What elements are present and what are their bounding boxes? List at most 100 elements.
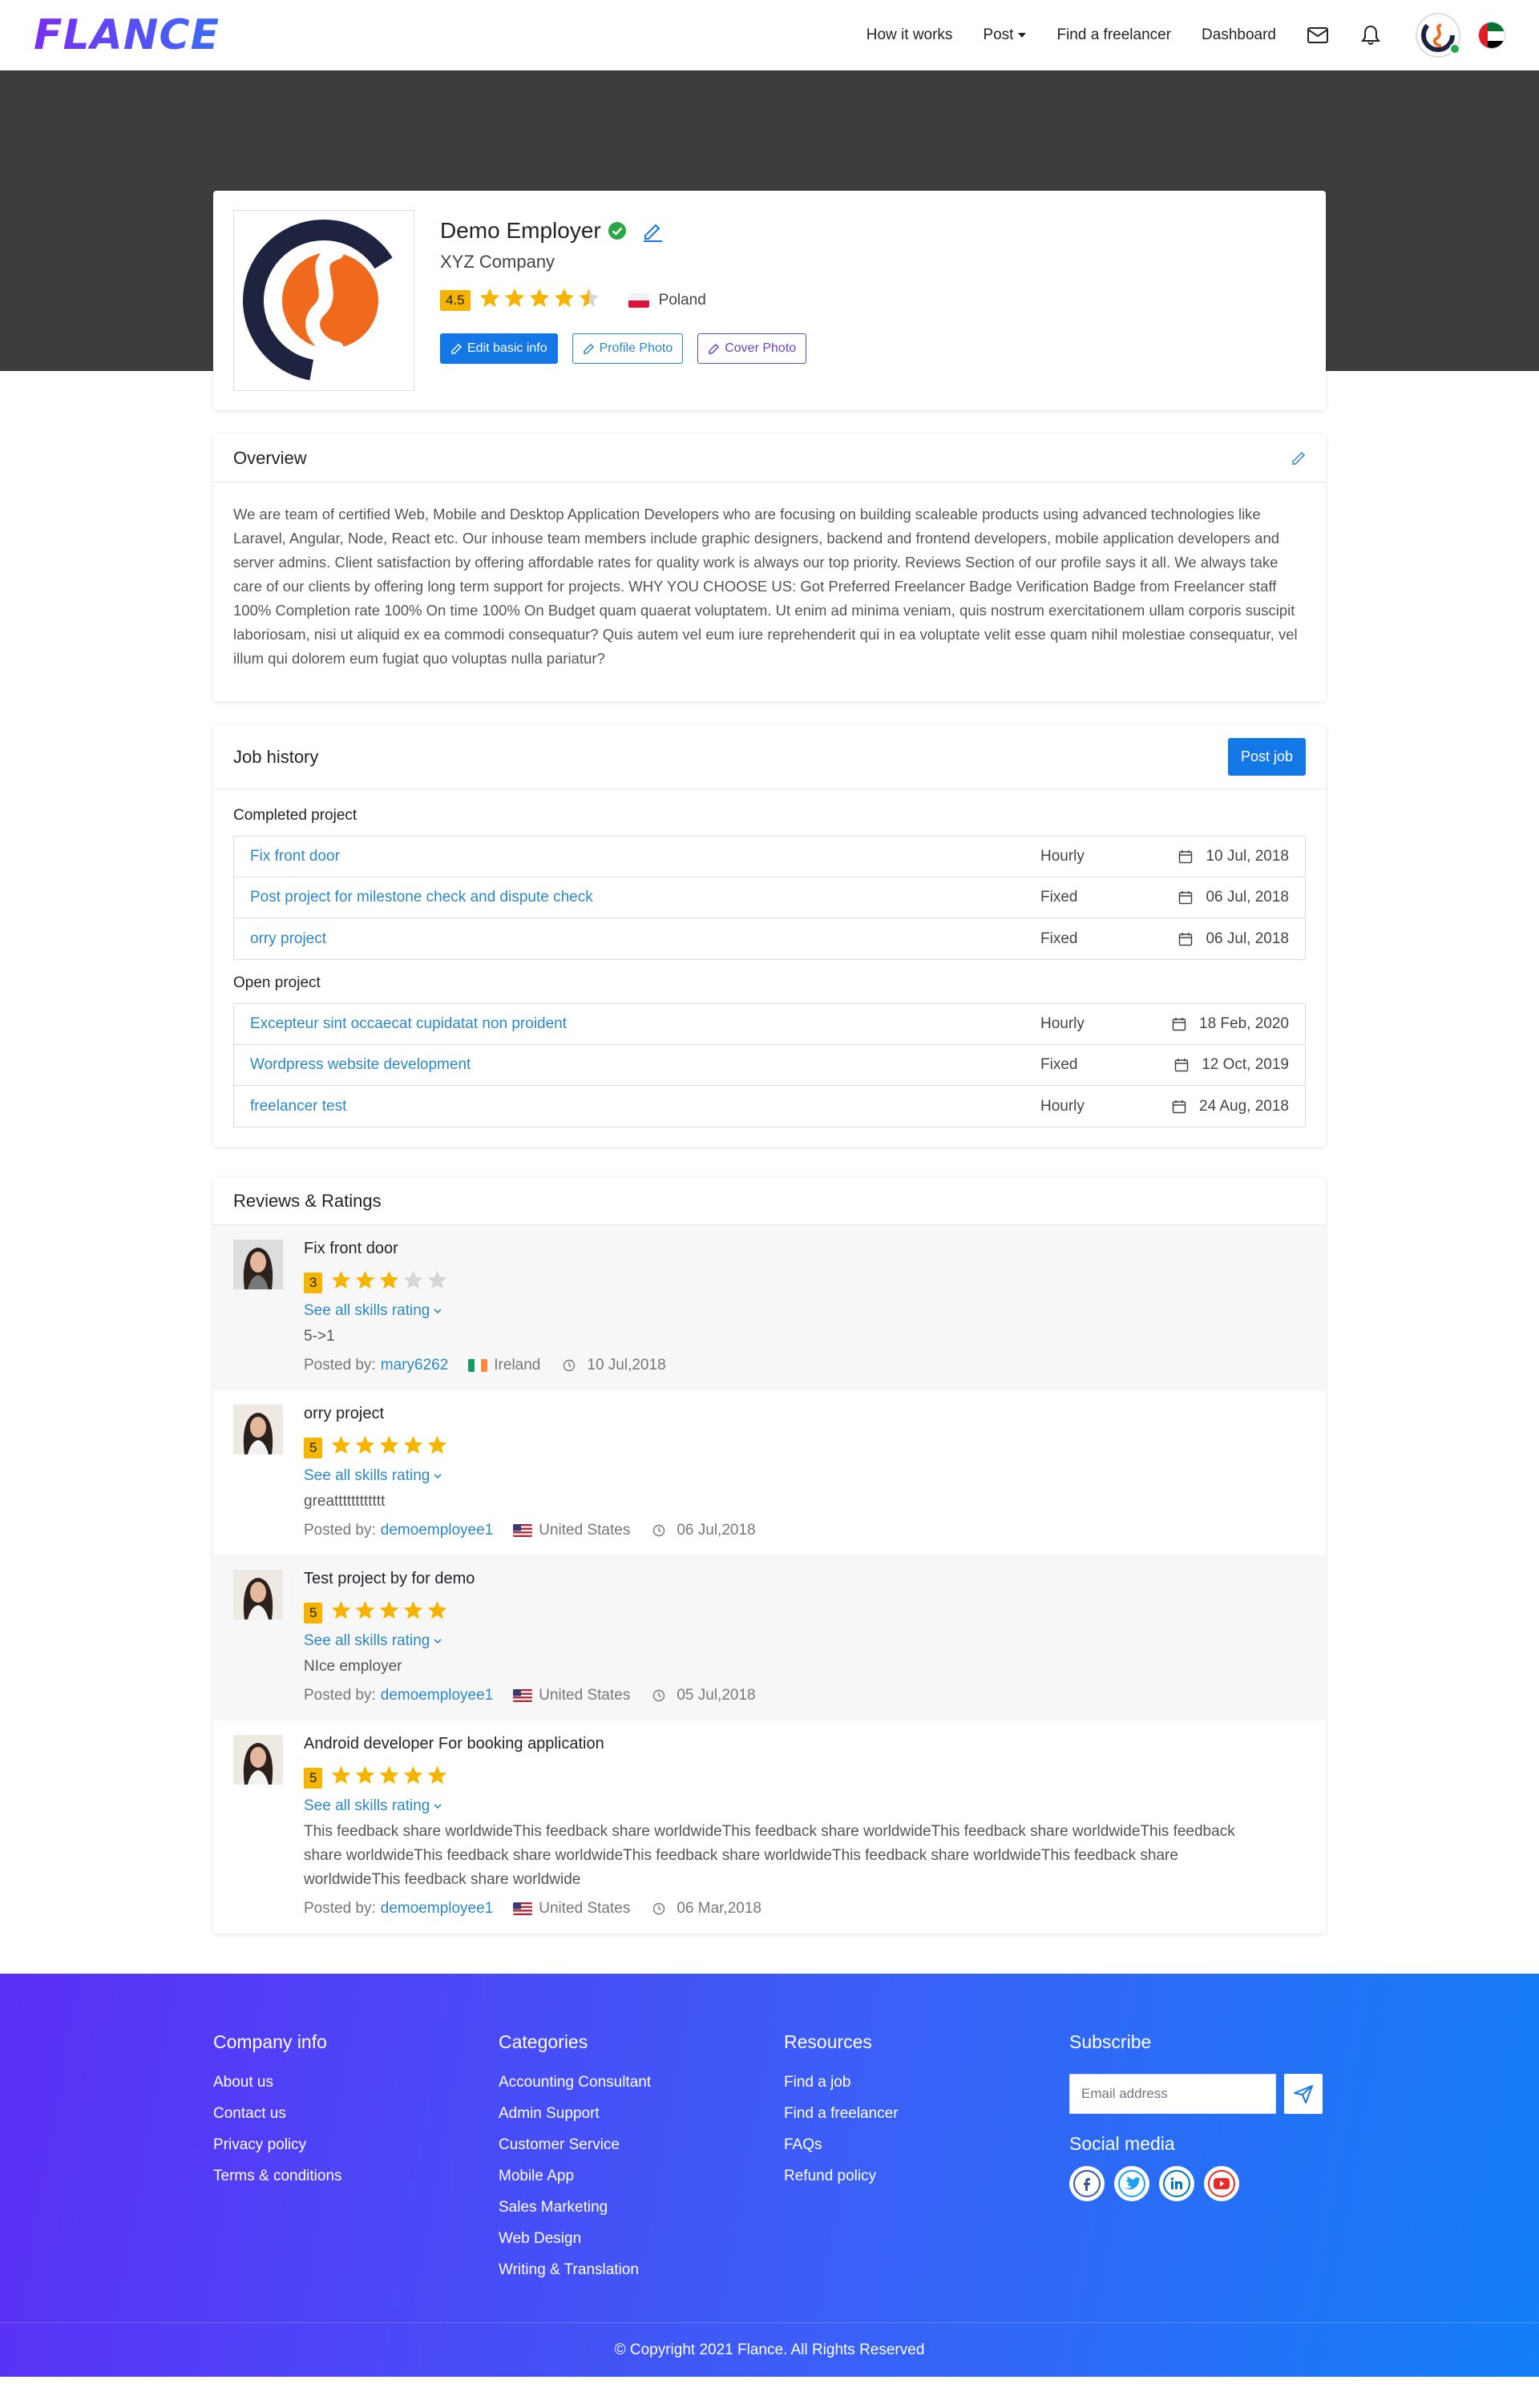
- footer-link[interactable]: Terms & conditions: [213, 2168, 499, 2185]
- review-project-title: Android developer For booking applicatio…: [304, 1735, 604, 1753]
- job-date: 12 Oct, 2019: [1169, 1056, 1289, 1074]
- cover-photo-button[interactable]: Cover Photo: [697, 333, 807, 364]
- review-rating: 5: [304, 1765, 1266, 1791]
- footer-link[interactable]: Find a job: [784, 2074, 1069, 2091]
- footer-link[interactable]: Find a freelancer: [784, 2105, 1069, 2123]
- review-project-title: orry project: [304, 1405, 385, 1422]
- calendar-icon: [1178, 849, 1199, 864]
- star-icon: [330, 1765, 352, 1791]
- see-all-skills-rating-link[interactable]: See all skills rating: [304, 1302, 666, 1320]
- see-all-skills-rating-link[interactable]: See all skills rating: [304, 1797, 1266, 1815]
- profile-photo-button[interactable]: Profile Photo: [572, 333, 684, 364]
- star-icon: [402, 1434, 424, 1461]
- reviewer-username-link[interactable]: demoemployee1: [381, 1900, 493, 1918]
- verified-check-icon: [608, 221, 627, 240]
- linkedin-icon[interactable]: [1159, 2166, 1194, 2201]
- review-body: Test project by for demo 5 See all skills …: [304, 1570, 756, 1704]
- star-icon: [578, 287, 600, 314]
- completed-project-table: Fix front door Hourly 10 Jul, 2018 Post pro…: [233, 836, 1306, 960]
- star-icon: [378, 1269, 400, 1296]
- job-title-link[interactable]: Fix front door: [250, 848, 1040, 865]
- post-job-button[interactable]: Post job: [1227, 738, 1306, 776]
- star-icon: [378, 1765, 400, 1791]
- mail-icon[interactable]: [1307, 24, 1329, 46]
- reviews-title: Reviews & Ratings: [233, 1190, 382, 1211]
- job-date: 06 Jul, 2018: [1169, 889, 1289, 906]
- review-text: 5->1: [304, 1328, 335, 1345]
- job-title-link[interactable]: freelancer test: [250, 1098, 1040, 1115]
- review-body: orry project 5 See all skills rating greatt…: [304, 1405, 756, 1539]
- profile-photo-label: Profile Photo: [599, 341, 673, 355]
- youtube-icon[interactable]: [1204, 2166, 1239, 2201]
- nav-how-it-works[interactable]: How it works: [866, 26, 953, 44]
- footer-link[interactable]: Accounting Consultant: [499, 2074, 784, 2091]
- calendar-icon: [1178, 890, 1199, 905]
- job-row: freelancer test Hourly 24 Aug, 2018: [234, 1086, 1305, 1127]
- footer-link[interactable]: Sales Marketing: [499, 2199, 784, 2216]
- flance-logo[interactable]: FLANCE: [34, 11, 220, 59]
- footer-link[interactable]: Privacy policy: [213, 2136, 499, 2154]
- subscribe-send-button[interactable]: [1284, 2074, 1323, 2114]
- job-date: 06 Jul, 2018: [1169, 930, 1289, 948]
- footer-link[interactable]: Writing & Translation: [499, 2261, 784, 2279]
- nav-find-freelancer[interactable]: Find a freelancer: [1056, 26, 1171, 44]
- calendar-icon: [1178, 932, 1199, 946]
- footer-company-title: Company info: [213, 2031, 327, 2052]
- footer-link[interactable]: Admin Support: [499, 2105, 784, 2123]
- star-icon: [330, 1269, 352, 1296]
- caret-down-icon: [1018, 32, 1027, 38]
- footer-resources-title: Resources: [784, 2031, 872, 2052]
- reviewer-username-link[interactable]: demoemployee1: [381, 1522, 493, 1539]
- edit-basic-info-button[interactable]: Edit basic info: [440, 333, 558, 364]
- footer-link[interactable]: Customer Service: [499, 2136, 784, 2154]
- reviewer-username-link[interactable]: mary6262: [381, 1357, 449, 1374]
- footer-link[interactable]: FAQs: [784, 2136, 1069, 2154]
- review-rating: 5: [304, 1599, 756, 1626]
- uae-flag-icon[interactable]: [1478, 21, 1505, 49]
- see-all-skills-rating-link[interactable]: See all skills rating: [304, 1632, 756, 1650]
- job-title-link[interactable]: Excepteur sint occaecat cupidatat non pr…: [250, 1015, 1040, 1033]
- footer-link[interactable]: Refund policy: [784, 2168, 1069, 2185]
- profile-info: Demo Employer XYZ Company 4.5 Poland Edi…: [440, 210, 821, 391]
- footer-link[interactable]: About us: [213, 2074, 499, 2091]
- footer-link[interactable]: Mobile App: [499, 2168, 784, 2185]
- nav-post-dropdown[interactable]: Post: [983, 26, 1027, 44]
- profile-name: Demo Employer: [440, 218, 601, 243]
- review-date: 10 Jul,2018: [563, 1357, 666, 1374]
- job-row: Post project for milestone check and dis…: [234, 877, 1305, 918]
- star-icon: [402, 1269, 424, 1296]
- reviewer-username-link[interactable]: demoemployee1: [381, 1687, 493, 1704]
- facebook-icon[interactable]: [1069, 2166, 1105, 2201]
- edit-name-pencil-icon[interactable]: [641, 220, 664, 242]
- job-type: Fixed: [1040, 930, 1078, 947]
- edit-overview-pencil-icon[interactable]: [1291, 451, 1306, 466]
- email-input[interactable]: [1069, 2074, 1276, 2114]
- footer-subscribe-col: Subscribe Social media: [1069, 2031, 1326, 2293]
- nav-dashboard[interactable]: Dashboard: [1202, 26, 1276, 44]
- reviewer-avatar: [233, 1240, 283, 1289]
- star-icon: [503, 287, 526, 314]
- nav-post-label: Post: [983, 26, 1014, 43]
- job-title-link[interactable]: Wordpress website development: [250, 1056, 1040, 1074]
- footer-link[interactable]: Web Design: [499, 2230, 784, 2248]
- main-nav: How it works Post Find a freelancer Dash…: [836, 12, 1505, 58]
- calendar-icon: [1172, 1099, 1193, 1114]
- review-stars: [330, 1599, 450, 1626]
- subscribe-form: [1069, 2074, 1326, 2114]
- see-all-skills-rating-link[interactable]: See all skills rating: [304, 1467, 756, 1485]
- bell-icon[interactable]: [1359, 24, 1382, 46]
- ireland-flag-icon: [468, 1359, 488, 1372]
- twitter-icon[interactable]: [1114, 2166, 1149, 2201]
- footer: Company info About us Contact us Privacy p…: [0, 1974, 1539, 2377]
- review-rating: 3: [304, 1269, 666, 1296]
- user-avatar[interactable]: [1416, 12, 1460, 58]
- pencil-icon: [583, 343, 594, 354]
- footer-link[interactable]: Contact us: [213, 2105, 499, 2123]
- pencil-icon: [451, 343, 463, 354]
- overview-header: Overview: [213, 434, 1326, 482]
- job-title-link[interactable]: Post project for milestone check and dis…: [250, 889, 1040, 906]
- review-stars: [330, 1269, 450, 1296]
- posted-by-label: Posted by:: [304, 1687, 376, 1704]
- review-rating-badge: 5: [304, 1767, 323, 1789]
- job-title-link[interactable]: orry project: [250, 930, 1040, 948]
